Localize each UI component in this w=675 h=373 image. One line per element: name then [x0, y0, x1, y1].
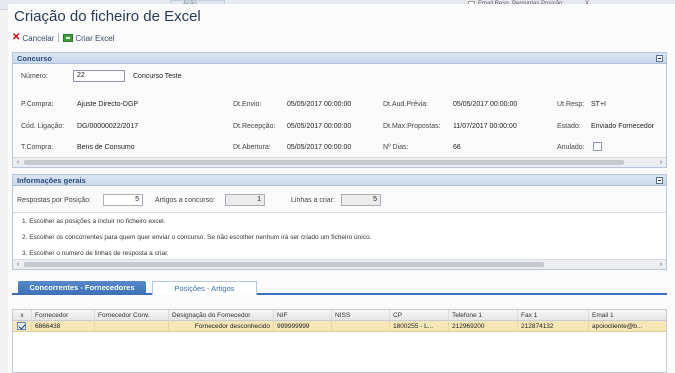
scroll-left-icon[interactable]: ‹ [13, 260, 23, 269]
abertura-label: Dt.Abertura: [233, 144, 271, 151]
column-header-designacao[interactable]: Designação do Fornecedor [169, 310, 274, 321]
info-panel-header: Informações gerais [13, 175, 666, 186]
cell-cp: 1800255 - L... [390, 321, 449, 332]
rececao-label: Dt.Recepção: [233, 123, 276, 130]
scroll-right-icon[interactable]: › [656, 158, 666, 167]
concurso-panel-header: Concurso [13, 53, 666, 64]
cell-telefone: 212969200 [449, 321, 518, 332]
checkbox-checked-icon[interactable] [17, 322, 26, 330]
respostas-input[interactable]: 5 [103, 194, 143, 206]
column-header-fax[interactable]: Fax 1 [518, 310, 589, 321]
instruction-step: 1. Escolher as posições a incluir no fic… [22, 218, 166, 225]
cancel-button[interactable]: ✕ Cancelar [12, 33, 54, 43]
instructions-list: 1. Escolher as posições a incluir no fic… [13, 213, 666, 259]
suppliers-grid: x Fornecedor Fornecedor Conv. Designação… [12, 309, 667, 373]
column-header-fornecedor-conv[interactable]: Fornecedor Conv. [95, 310, 169, 321]
propostas-value: 11/07/2017 00:00:00 [453, 123, 517, 130]
pcompra-label: P.Compra: [21, 101, 54, 108]
cell-fax: 212874132 [518, 321, 589, 332]
instruction-step: 3. Escolher o numero de linhas de respos… [22, 250, 169, 257]
excel-icon [63, 34, 74, 42]
tcompra-value: Bens de Consumo [77, 144, 135, 151]
abertura-value: 05/05/2017 00:00:00 [287, 144, 352, 151]
envio-label: Dt.Envio: [233, 101, 262, 108]
ligacao-label: Cód. Ligação: [21, 123, 65, 130]
concurso-panel-title: Concurso [17, 54, 53, 63]
collapse-info-button[interactable] [656, 177, 663, 184]
tabstrip: Concorrentes - Fornecedores Posições - A… [12, 279, 667, 295]
pcompra-value: Ajuste Directo-DGP [77, 101, 139, 108]
utresp-value: ST+I [591, 101, 606, 108]
cancel-button-label: Cancelar [22, 33, 55, 43]
collapse-concurso-button[interactable] [656, 55, 663, 62]
excel-dialog: Criação do ficheiro de Excel ✕ Cancelar … [8, 4, 675, 373]
linhas-input[interactable]: 5 [341, 194, 381, 206]
envio-value: 05/05/2017 00:00:00 [287, 101, 352, 108]
rececao-value: 05/05/2017 00:00:00 [287, 123, 352, 130]
dialog-title: Criação do ficheiro de Excel [14, 8, 201, 25]
scroll-right-icon[interactable]: › [656, 260, 666, 269]
create-excel-button[interactable]: Criar Excel [63, 33, 115, 43]
respostas-label: Respostas por Posição: [17, 197, 91, 204]
tab-posicoes-artigos[interactable]: Posições - Artigos [152, 281, 257, 295]
linhas-label: Linhas a criar: [291, 197, 335, 204]
cell-fornecedor-conv [95, 321, 169, 332]
info-scroll-thumb[interactable] [24, 262, 544, 267]
cell-email: apoiocliente@b... [592, 323, 643, 330]
anulado-label: Anulado: [557, 144, 585, 151]
dias-label: Nº Dias: [383, 144, 409, 151]
numero-input[interactable]: 22 [73, 70, 125, 82]
info-panel-title: Informações gerais [17, 176, 86, 185]
propostas-label: Dt.Max.Propostas: [383, 123, 441, 130]
anulado-checkbox[interactable] [593, 142, 602, 151]
scroll-left-icon[interactable]: ‹ [13, 158, 23, 167]
concurso-panel: Concurso Número: 22 Concurso Teste P.Com… [12, 52, 667, 168]
column-header-niss[interactable]: NISS [332, 310, 390, 321]
cell-nif: 999999999 [274, 321, 332, 332]
dias-value: 66 [453, 144, 461, 151]
toolbar-separator [58, 33, 60, 43]
ligacao-value: DG/00000022/2017 [77, 123, 139, 130]
column-header-email[interactable]: Email 1 [589, 310, 666, 321]
row-select-cell[interactable] [13, 321, 32, 332]
estado-value: Enviado Fornecedor [591, 123, 655, 130]
column-header-fornecedor[interactable]: Fornecedor [32, 310, 95, 321]
tab-concorrentes-fornecedores[interactable]: Concorrentes - Fornecedores [18, 281, 146, 295]
instruction-step: 2. Escolher os concorrentes para quem qu… [22, 234, 372, 241]
cell-niss [332, 321, 390, 332]
info-panel: Informações gerais Respostas por Posição… [12, 174, 667, 270]
cell-fornecedor: 6866438 [32, 321, 95, 332]
column-header-select[interactable]: x [13, 310, 32, 321]
column-header-nif[interactable]: NIF [274, 310, 332, 321]
artigos-label: Artigos a concurso: [155, 197, 215, 204]
tabs-area: Concorrentes - Fornecedores Posições - A… [12, 279, 667, 373]
audprev-value: 05/05/2017 00:00:00 [453, 101, 518, 108]
audprev-label: Dt.Aud.Prévia: [383, 101, 429, 108]
utresp-label: Ut.Resp: [557, 101, 585, 108]
column-header-telefone[interactable]: Telefone 1 [449, 310, 518, 321]
concurso-scroll-thumb[interactable] [24, 160, 624, 165]
concurso-horizontal-scrollbar[interactable]: ‹ › [13, 157, 666, 167]
estado-label: Estado: [557, 123, 581, 130]
artigos-input: 1 [225, 194, 265, 206]
create-excel-button-label: Criar Excel [75, 33, 115, 43]
numero-label: Número: [21, 73, 48, 80]
cell-designacao: Fornecedor desconhecido [169, 321, 274, 332]
close-icon: ✕ [12, 32, 21, 43]
info-horizontal-scrollbar[interactable]: ‹ › [13, 259, 666, 269]
table-row[interactable]: 6866438 Fornecedor desconhecido 99999999… [13, 321, 666, 332]
column-header-cp[interactable]: CP [390, 310, 449, 321]
tcompra-label: T.Compra: [21, 144, 54, 151]
toolbar: ✕ Cancelar Criar Excel [12, 32, 115, 44]
concurso-name: Concurso Teste [133, 73, 182, 80]
grid-header-row: x Fornecedor Fornecedor Conv. Designação… [13, 310, 666, 321]
